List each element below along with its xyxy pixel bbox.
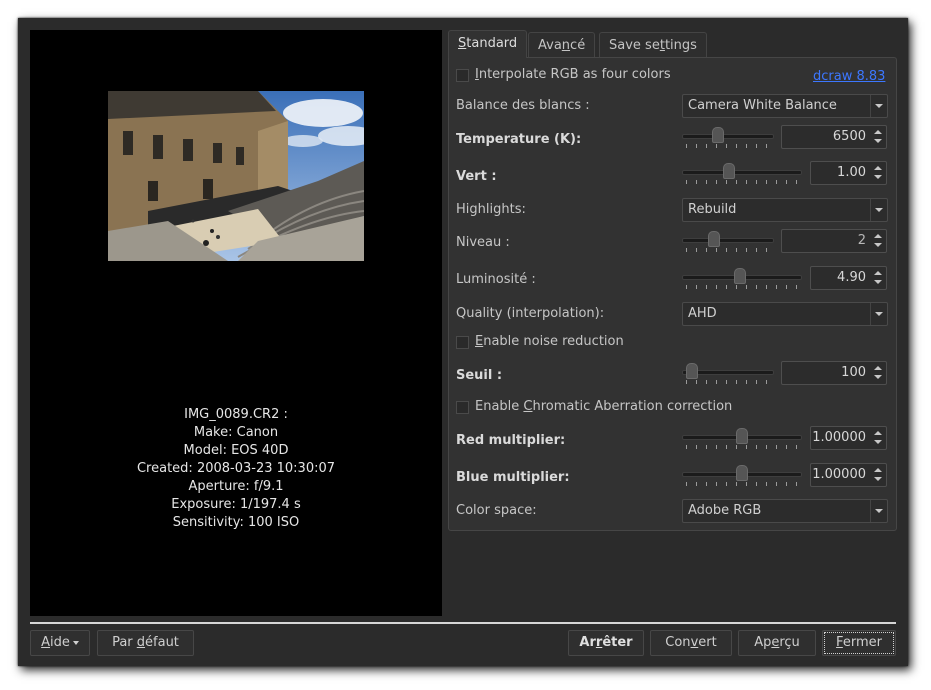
- spin-up-icon[interactable]: [874, 234, 882, 238]
- file-name: IMG_0089.CR2 :: [184, 407, 288, 422]
- blue-multiplier-slider[interactable]: [682, 463, 802, 489]
- color-space-label: Color space:: [456, 503, 537, 518]
- spin-down-icon[interactable]: [874, 139, 882, 143]
- slider-handle[interactable]: [712, 127, 725, 143]
- slider-handle[interactable]: [723, 163, 736, 179]
- temperature-slider[interactable]: [682, 125, 774, 151]
- brightness-slider[interactable]: [682, 266, 802, 292]
- spin-down-icon[interactable]: [874, 477, 882, 481]
- chevron-down-icon: [870, 303, 887, 325]
- convert-button[interactable]: Convert: [650, 630, 732, 656]
- spin-up-icon[interactable]: [874, 130, 882, 134]
- highlights-select[interactable]: Rebuild: [682, 198, 888, 222]
- spin-up-icon[interactable]: [874, 468, 882, 472]
- slider-handle[interactable]: [707, 231, 720, 247]
- spin-down-icon[interactable]: [874, 280, 882, 284]
- blue-multiplier-label: Blue multiplier:: [456, 470, 570, 485]
- level-slider[interactable]: [682, 229, 774, 255]
- tab-save-settings[interactable]: Save settings: [599, 32, 707, 58]
- quality-label: Quality (interpolation):: [456, 306, 605, 321]
- threshold-slider[interactable]: [682, 361, 774, 387]
- chevron-down-icon: [870, 199, 887, 221]
- green-label: Vert :: [456, 169, 497, 184]
- stop-button[interactable]: Arrêter: [568, 630, 644, 656]
- interpolate-label: Interpolate RGB as four colors: [475, 67, 671, 82]
- camera-model: Model: EOS 40D: [183, 443, 289, 458]
- tab-advanced[interactable]: Avancé: [528, 32, 596, 58]
- exposure: Exposure: 1/197.4 s: [171, 497, 301, 512]
- file-info: IMG_0089.CR2 : Make: Canon Model: EOS 40…: [30, 406, 442, 532]
- temperature-label: Temperature (K):: [456, 132, 582, 147]
- green-spinbox[interactable]: 1.00: [810, 161, 887, 185]
- slider-handle[interactable]: [733, 268, 746, 284]
- brightness-label: Luminosité :: [456, 272, 536, 287]
- chromatic-aberration-label: Enable Chromatic Aberration correction: [475, 399, 733, 414]
- tab-standard[interactable]: Standard: [448, 30, 528, 58]
- aperture: Aperture: f/9.1: [188, 479, 284, 494]
- interpolate-checkbox[interactable]: [456, 69, 469, 82]
- preview-button[interactable]: Aperçu: [738, 630, 816, 656]
- red-multiplier-spinbox[interactable]: 1.00000: [810, 426, 887, 450]
- sensitivity: Sensitivity: 100 ISO: [172, 515, 300, 530]
- chromatic-aberration-checkbox[interactable]: [456, 401, 469, 414]
- brightness-spinbox[interactable]: 4.90: [810, 266, 887, 290]
- quality-select[interactable]: AHD: [682, 302, 888, 326]
- blue-multiplier-spinbox[interactable]: 1.00000: [810, 463, 887, 487]
- threshold-spinbox[interactable]: 100: [781, 361, 887, 385]
- level-label: Niveau :: [456, 235, 510, 250]
- noise-reduction-checkbox[interactable]: [456, 336, 469, 349]
- red-multiplier-slider[interactable]: [682, 426, 802, 452]
- dcraw-version-link[interactable]: dcraw 8.83: [813, 69, 885, 84]
- chevron-down-icon: [870, 500, 887, 522]
- spin-down-icon[interactable]: [874, 375, 882, 379]
- temperature-spinbox[interactable]: 6500: [781, 125, 887, 149]
- spin-up-icon[interactable]: [874, 271, 882, 275]
- close-button[interactable]: Fermer: [822, 630, 896, 656]
- spin-up-icon[interactable]: [874, 366, 882, 370]
- green-slider[interactable]: [682, 161, 802, 187]
- slider-handle[interactable]: [736, 428, 748, 444]
- help-button[interactable]: Aide: [30, 630, 90, 656]
- image-preview-panel: IMG_0089.CR2 : Make: Canon Model: EOS 40…: [30, 30, 442, 616]
- preview-photo: [108, 91, 364, 261]
- red-multiplier-label: Red multiplier:: [456, 433, 566, 448]
- white-balance-label: Balance des blancs :: [456, 98, 590, 113]
- created-date: Created: 2008-03-23 10:30:07: [136, 461, 336, 476]
- separator: [30, 622, 896, 624]
- level-spinbox[interactable]: 2: [781, 229, 887, 253]
- spin-up-icon[interactable]: [874, 431, 882, 435]
- slider-handle[interactable]: [736, 465, 748, 481]
- white-balance-select[interactable]: Camera White Balance: [682, 94, 888, 118]
- noise-reduction-label: Enable noise reduction: [475, 334, 624, 349]
- camera-make: Make: Canon: [193, 425, 279, 440]
- color-space-select[interactable]: Adobe RGB: [682, 499, 888, 523]
- raw-import-dialog: IMG_0089.CR2 : Make: Canon Model: EOS 40…: [18, 18, 908, 666]
- highlights-label: Highlights:: [456, 202, 526, 217]
- default-button[interactable]: Par défaut: [97, 630, 194, 656]
- threshold-label: Seuil :: [456, 368, 503, 383]
- slider-handle[interactable]: [686, 363, 698, 379]
- spin-up-icon[interactable]: [874, 166, 882, 170]
- chevron-down-icon: [72, 640, 79, 645]
- spin-down-icon[interactable]: [874, 440, 882, 444]
- chevron-down-icon: [870, 95, 887, 117]
- spin-down-icon[interactable]: [874, 243, 882, 247]
- spin-down-icon[interactable]: [874, 175, 882, 179]
